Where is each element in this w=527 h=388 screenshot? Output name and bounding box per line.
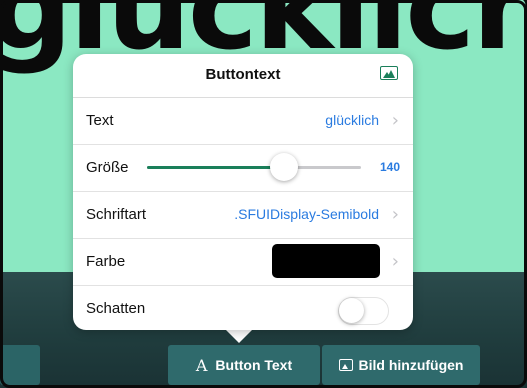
font-a-icon: A [195, 355, 208, 375]
font-label: Schriftart [86, 206, 147, 223]
chevron-right-icon: › [391, 204, 399, 225]
size-slider-fill [147, 166, 284, 169]
add-image-button[interactable]: Bild hinzufügen [322, 345, 480, 385]
color-label: Farbe [86, 253, 126, 270]
toolbar-left-button[interactable] [0, 345, 40, 385]
shadow-label: Schatten [86, 300, 146, 317]
add-image-label: Bild hinzufügen [358, 357, 464, 373]
button-text-popover: Buttontext Text glücklich › Größe 140 Sc… [73, 54, 413, 330]
image-icon [338, 359, 353, 371]
row-text[interactable]: Text glücklich › [73, 98, 413, 145]
image-icon[interactable] [380, 66, 398, 80]
row-font[interactable]: Schriftart .SFUIDisplay-Semibold › [73, 192, 413, 239]
shadow-toggle[interactable] [338, 297, 389, 325]
text-label: Text [86, 112, 114, 129]
shadow-toggle-knob [339, 298, 364, 323]
size-slider-thumb[interactable] [269, 153, 298, 181]
row-size: Größe 140 [73, 145, 413, 192]
popover-header: Buttontext [73, 54, 413, 98]
row-color[interactable]: Farbe › [73, 239, 413, 286]
button-text-button[interactable]: A Button Text [168, 345, 320, 385]
chevron-right-icon: › [391, 110, 399, 131]
font-value: .SFUIDisplay-Semibold [234, 206, 379, 222]
text-value: glücklich [325, 112, 379, 128]
chevron-right-icon: › [391, 251, 399, 272]
popover-title: Buttontext [205, 66, 281, 83]
size-label: Größe [86, 159, 129, 176]
row-shadow: Schatten [73, 286, 413, 332]
button-text-label: Button Text [215, 357, 293, 373]
color-swatch[interactable] [272, 244, 380, 278]
size-slider[interactable] [147, 153, 361, 181]
size-value: 140 [379, 160, 400, 174]
